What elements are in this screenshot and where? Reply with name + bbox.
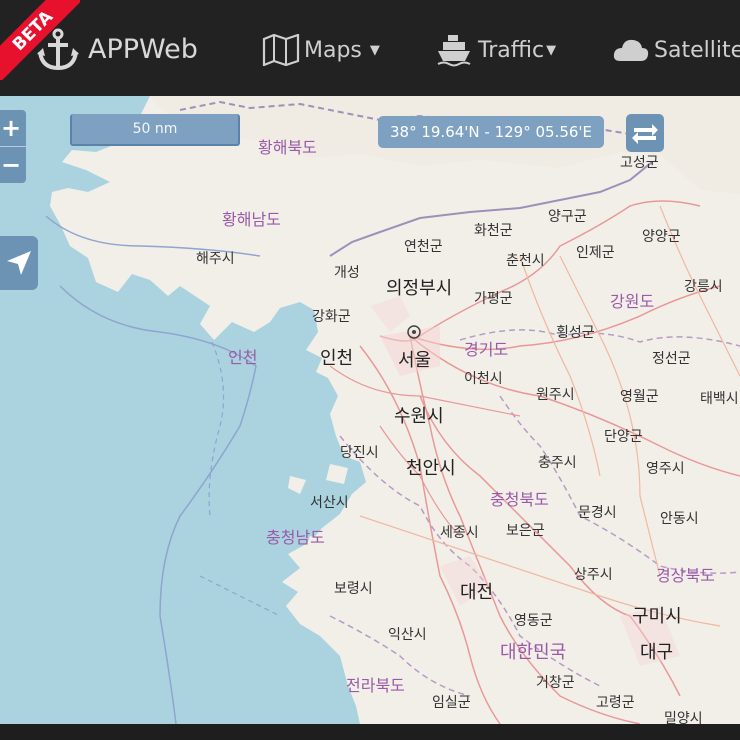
map-label: 횡성군 [556,325,595,341]
map-label: 태백시 [700,391,739,407]
map-label: 대구 [640,642,674,663]
traffic-dropdown[interactable]: Traffic ▼ [436,30,556,70]
map-label: 황해북도 [258,138,317,157]
map-label: 보령시 [334,581,373,597]
map-label: 인천 [228,348,258,367]
map-label: 강화군 [312,309,351,325]
traffic-label: Traffic [478,37,545,63]
bottom-bar [0,724,740,740]
map-view[interactable]: + − 50 nm 38° 19.64'N - 129° 05.56'E 황해북… [0,96,740,724]
swap-arrows-icon [632,124,658,144]
map-label: 안동시 [660,511,699,527]
map-label: 강원도 [610,292,655,311]
zoom-control: + − [0,110,26,183]
map-label: 서산시 [310,495,349,511]
map-label: 서울 [398,350,432,371]
map-label: 대전 [460,582,494,603]
map-label: 당진시 [340,445,379,461]
ship-icon [437,35,471,67]
map-label: 세종시 [440,525,479,541]
map-label: 경기도 [464,340,509,359]
map-label: 영주시 [646,461,685,477]
map-label: 상주시 [574,567,613,583]
map-label: 천안시 [406,458,456,479]
map-label: 인천 [320,348,354,369]
brand-name: APPWeb [88,33,198,65]
cloud-icon [613,39,649,61]
map-label: 고령군 [596,695,635,711]
map-label: 거창군 [536,675,575,691]
coordinates-display: 38° 19.64'N - 129° 05.56'E [378,116,604,148]
map-icon [262,34,300,66]
map-label: 충주시 [538,455,577,471]
map-label: 양구군 [548,209,587,225]
swap-button[interactable] [626,114,664,152]
scale-bar: 50 nm [70,114,240,146]
satellite-label: Satellite [654,37,740,63]
map-label: 고성군 [620,155,659,171]
location-arrow-icon [7,251,31,275]
map-label: 연천군 [404,239,443,255]
brand-link[interactable]: APPWeb [36,26,198,72]
maps-label: Maps [304,37,362,63]
map-label: 대한민국 [500,642,567,663]
map-label: 인제군 [576,245,615,261]
map-label: 보은군 [506,523,545,539]
map-label: 충청남도 [266,528,325,547]
map-basemap [45,96,740,724]
map-label: 단양군 [604,429,643,445]
map-label: 춘천시 [506,253,545,269]
map-label: 의정부시 [386,278,453,299]
map-label: 영월군 [620,389,659,405]
map-label: 문경시 [578,505,617,521]
map-label: 영동군 [514,613,553,629]
map-label: 개성 [334,265,360,281]
chevron-down-icon: ▼ [546,42,557,58]
map-label: 이천시 [464,371,503,387]
anchor-icon [37,28,79,70]
map-label: 정선군 [652,351,691,367]
map-label: 밀양시 [664,711,703,724]
map-label: 가평군 [474,291,513,307]
map-label: 수원시 [394,406,444,427]
satellite-dropdown[interactable]: Satellite [612,30,740,70]
top-navbar: BETA APPWeb Maps ▼ Traffic ▼ Satellite [0,0,740,96]
map-label: 화천군 [474,223,513,239]
map-label: 충청북도 [490,490,549,509]
map-label: 임실군 [432,695,471,711]
map-label: 구미시 [632,606,682,627]
maps-dropdown[interactable]: Maps ▼ [262,30,380,70]
map-label: 양양군 [642,229,681,245]
map-label: 경상북도 [656,566,715,585]
map-label: 원주시 [536,387,575,403]
chevron-down-icon: ▼ [369,42,380,58]
map-label: 전라북도 [346,676,405,695]
map-label: 황해남도 [222,210,281,229]
locate-button[interactable] [0,236,38,290]
zoom-in-button[interactable]: + [0,110,26,146]
map-label: 해주시 [196,251,235,267]
map-label: 익산시 [388,627,427,643]
zoom-out-button[interactable]: − [0,147,26,183]
map-label: 강릉시 [684,279,723,295]
